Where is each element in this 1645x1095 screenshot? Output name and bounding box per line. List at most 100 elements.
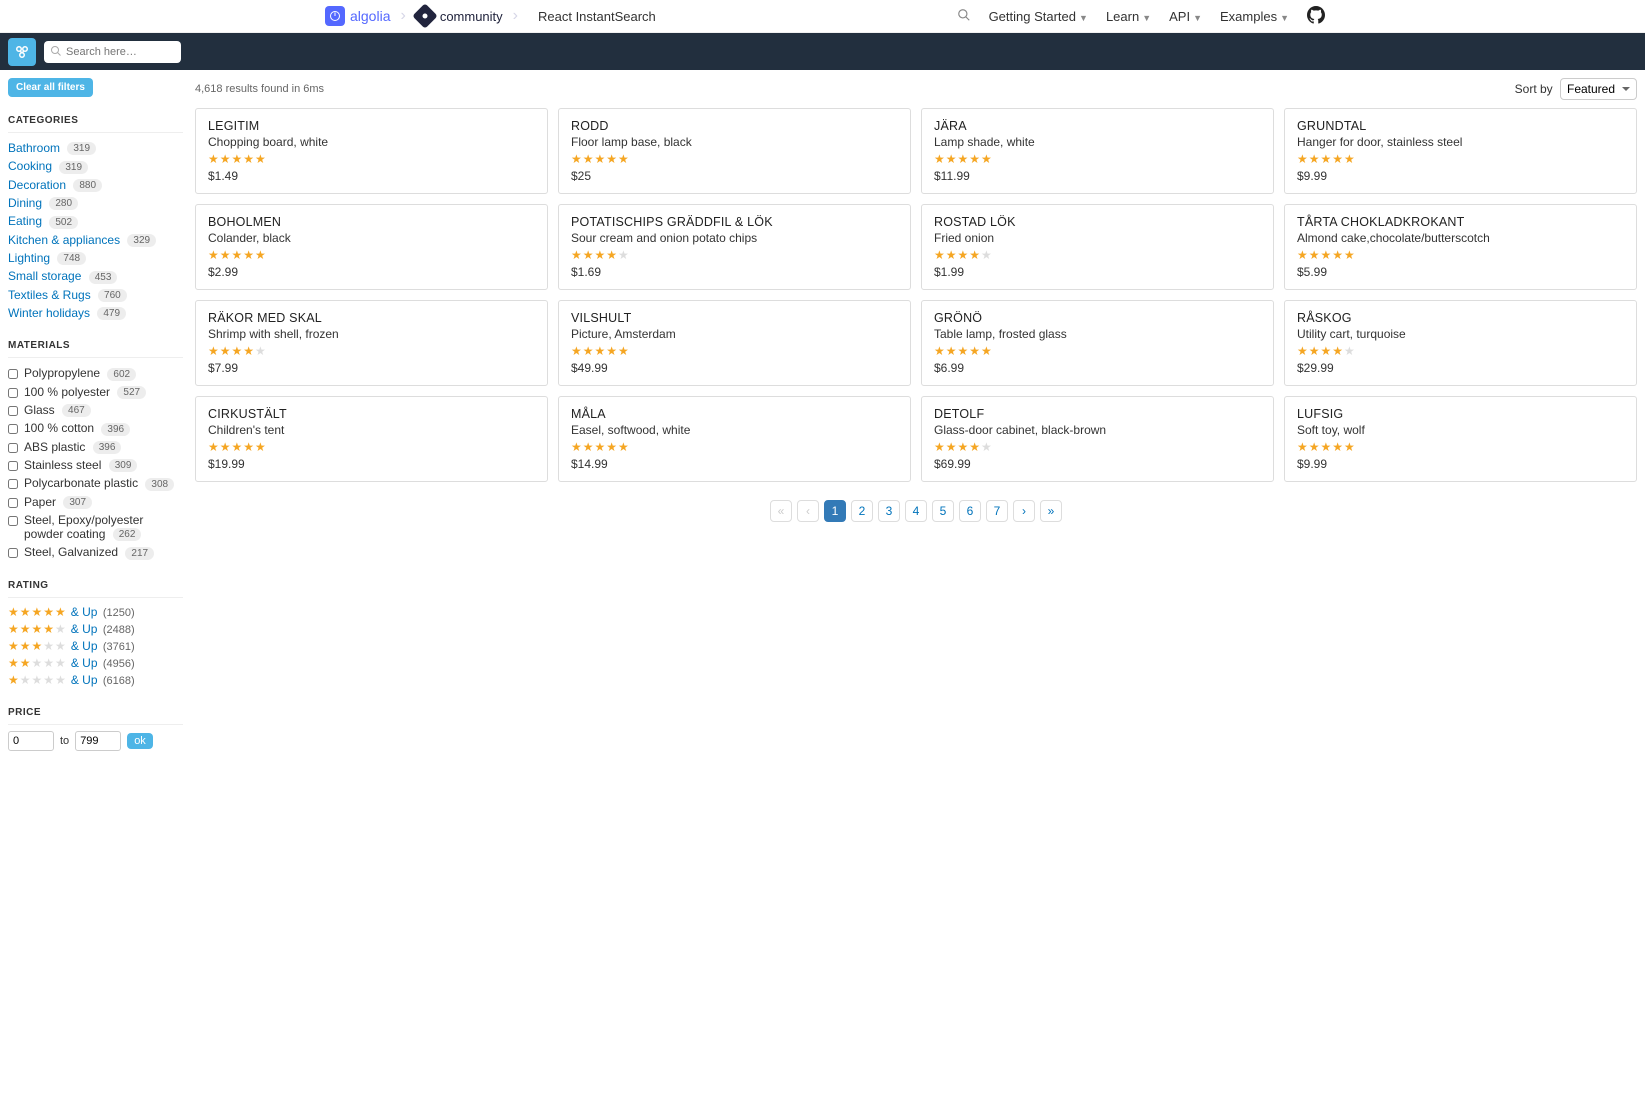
page-6[interactable]: 6 — [959, 500, 981, 522]
brand-community-link[interactable]: community — [416, 7, 503, 25]
category-link[interactable]: Kitchen & appliances — [8, 233, 120, 247]
material-item[interactable]: 100 % polyester 527 — [8, 383, 183, 401]
page-link[interactable]: 1 — [824, 500, 846, 522]
material-item[interactable]: Glass 467 — [8, 401, 183, 419]
material-item[interactable]: Steel, Galvanized 217 — [8, 543, 183, 561]
price-min-input[interactable] — [8, 731, 54, 751]
material-checkbox[interactable] — [8, 406, 18, 416]
material-item[interactable]: Polypropylene 602 — [8, 364, 183, 382]
category-item[interactable]: Textiles & Rugs 760 — [8, 286, 183, 304]
result-card[interactable]: DETOLFGlass-door cabinet, black-brown★★★… — [921, 396, 1274, 482]
material-item[interactable]: Steel, Epoxy/polyester powder coating 26… — [8, 511, 183, 543]
material-checkbox[interactable] — [8, 498, 18, 508]
result-card[interactable]: RÄKOR MED SKALShrimp with shell, frozen★… — [195, 300, 548, 386]
category-link[interactable]: Decoration — [8, 178, 66, 192]
material-checkbox[interactable] — [8, 548, 18, 558]
page-link[interactable]: 6 — [959, 500, 981, 522]
material-item[interactable]: Stainless steel 309 — [8, 456, 183, 474]
result-card[interactable]: ROSTAD LÖKFried onion★★★★★$1.99 — [921, 204, 1274, 290]
result-card[interactable]: GRUNDTALHanger for door, stainless steel… — [1284, 108, 1637, 194]
price-ok-button[interactable]: ok — [127, 733, 153, 749]
result-card[interactable]: POTATISCHIPS GRÄDDFIL & LÖKSour cream an… — [558, 204, 911, 290]
result-type: Floor lamp base, black — [571, 135, 898, 149]
rating-item[interactable]: ★★★★★& Up (2488) — [8, 621, 183, 638]
rating-item[interactable]: ★★★★★& Up (3761) — [8, 638, 183, 655]
material-item[interactable]: Paper 307 — [8, 493, 183, 511]
category-item[interactable]: Dining 280 — [8, 194, 183, 212]
search-input[interactable] — [44, 41, 181, 63]
material-checkbox[interactable] — [8, 479, 18, 489]
caret-down-icon: ▼ — [1142, 13, 1151, 23]
page-3[interactable]: 3 — [878, 500, 900, 522]
result-card[interactable]: MÅLAEasel, softwood, white★★★★★$14.99 — [558, 396, 911, 482]
category-item[interactable]: Kitchen & appliances 329 — [8, 231, 183, 249]
material-checkbox[interactable] — [8, 516, 18, 526]
material-item[interactable]: 100 % cotton 396 — [8, 419, 183, 437]
page-link[interactable]: › — [1013, 500, 1035, 522]
brand-algolia-link[interactable]: algolia — [325, 6, 390, 26]
star-icon: ★★★★★ — [8, 622, 67, 636]
result-card[interactable]: BOHOLMENColander, black★★★★★$2.99 — [195, 204, 548, 290]
result-card[interactable]: TÅRTA CHOKLADKROKANTAlmond cake,chocolat… — [1284, 204, 1637, 290]
page-last[interactable]: » — [1040, 500, 1062, 522]
nav-examples[interactable]: Examples▼ — [1220, 9, 1289, 24]
category-link[interactable]: Textiles & Rugs — [8, 288, 91, 302]
nav-learn[interactable]: Learn▼ — [1106, 9, 1151, 24]
material-item[interactable]: Polycarbonate plastic 308 — [8, 474, 183, 492]
page-link[interactable]: 7 — [986, 500, 1008, 522]
price-max-input[interactable] — [75, 731, 121, 751]
app-logo-icon[interactable] — [8, 38, 36, 66]
github-icon[interactable] — [1307, 6, 1325, 27]
search-icon[interactable] — [957, 8, 971, 25]
category-item[interactable]: Winter holidays 479 — [8, 304, 183, 322]
category-item[interactable]: Small storage 453 — [8, 267, 183, 285]
rating-item[interactable]: ★★★★★& Up (4956) — [8, 655, 183, 672]
result-card[interactable]: VILSHULTPicture, Amsterdam★★★★★$49.99 — [558, 300, 911, 386]
rating-item[interactable]: ★★★★★& Up (6168) — [8, 672, 183, 689]
category-link[interactable]: Bathroom — [8, 141, 60, 155]
result-card[interactable]: JÄRALamp shade, white★★★★★$11.99 — [921, 108, 1274, 194]
sortby-select[interactable]: Featured — [1560, 78, 1637, 100]
category-link[interactable]: Cooking — [8, 159, 52, 173]
category-item[interactable]: Cooking 319 — [8, 157, 183, 175]
page-4[interactable]: 4 — [905, 500, 927, 522]
breadcrumb: algolia › community › React InstantSearc… — [325, 6, 656, 26]
result-card[interactable]: RODDFloor lamp base, black★★★★★$25 — [558, 108, 911, 194]
rating-item[interactable]: ★★★★★& Up (1250) — [8, 604, 183, 621]
material-checkbox[interactable] — [8, 424, 18, 434]
page-2[interactable]: 2 — [851, 500, 873, 522]
page-5[interactable]: 5 — [932, 500, 954, 522]
page-link[interactable]: 2 — [851, 500, 873, 522]
category-item[interactable]: Eating 502 — [8, 212, 183, 230]
result-card[interactable]: RÅSKOGUtility cart, turquoise★★★★★$29.99 — [1284, 300, 1637, 386]
result-card[interactable]: GRÖNÖTable lamp, frosted glass★★★★★$6.99 — [921, 300, 1274, 386]
material-checkbox[interactable] — [8, 388, 18, 398]
nav-getting-started[interactable]: Getting Started▼ — [989, 9, 1088, 24]
count-badge: 319 — [59, 161, 88, 174]
category-item[interactable]: Bathroom 319 — [8, 139, 183, 157]
material-checkbox[interactable] — [8, 369, 18, 379]
nav-api[interactable]: API▼ — [1169, 9, 1202, 24]
page-next[interactable]: › — [1013, 500, 1035, 522]
category-link[interactable]: Small storage — [8, 269, 81, 283]
clear-filters-button[interactable]: Clear all filters — [8, 78, 93, 97]
material-item[interactable]: ABS plastic 396 — [8, 438, 183, 456]
category-item[interactable]: Decoration 880 — [8, 176, 183, 194]
result-card[interactable]: LUFSIGSoft toy, wolf★★★★★$9.99 — [1284, 396, 1637, 482]
category-link[interactable]: Lighting — [8, 251, 50, 265]
page-link[interactable]: 5 — [932, 500, 954, 522]
search-bar — [0, 33, 1645, 70]
category-link[interactable]: Dining — [8, 196, 42, 210]
page-7[interactable]: 7 — [986, 500, 1008, 522]
page-link[interactable]: 4 — [905, 500, 927, 522]
page-1[interactable]: 1 — [824, 500, 846, 522]
category-link[interactable]: Winter holidays — [8, 306, 90, 320]
page-link[interactable]: 3 — [878, 500, 900, 522]
category-link[interactable]: Eating — [8, 214, 42, 228]
material-checkbox[interactable] — [8, 461, 18, 471]
category-item[interactable]: Lighting 748 — [8, 249, 183, 267]
material-checkbox[interactable] — [8, 443, 18, 453]
result-card[interactable]: LEGITIMChopping board, white★★★★★$1.49 — [195, 108, 548, 194]
result-card[interactable]: CIRKUSTÄLTChildren's tent★★★★★$19.99 — [195, 396, 548, 482]
page-link[interactable]: » — [1040, 500, 1062, 522]
